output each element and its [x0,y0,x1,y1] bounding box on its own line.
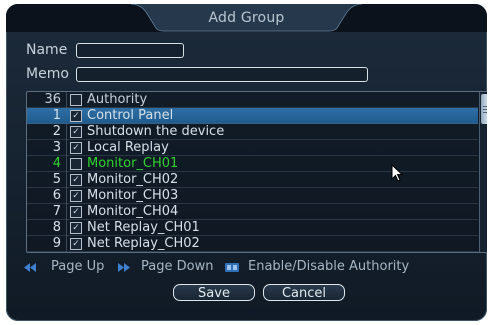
authority-checkbox[interactable] [70,158,82,170]
authority-name: Control Panel [87,108,174,123]
row-number: 7 [52,204,61,219]
thumb-grip-line [483,106,487,107]
row-number: 9 [52,236,61,251]
authority-checkbox[interactable]: ✓ [70,126,82,138]
thumb-grip-line [483,109,487,110]
page-up-icon [24,263,36,272]
authority-list: 36 Authority 1 ✓ Control Panel 2 ✓ Shutdown t… [26,91,487,253]
authority-checkbox[interactable]: ✓ [70,174,82,186]
page-down-icon [118,263,130,272]
authority-name: Local Replay [87,140,169,155]
authority-checkbox[interactable]: ✓ [70,110,82,122]
name-input[interactable] [76,43,184,58]
authority-name: Net Replay_CH02 [87,236,200,251]
memo-label: Memo [26,66,69,82]
authority-row[interactable]: 4 Monitor_CH01 [27,156,478,172]
select-all-checkbox[interactable] [70,94,82,106]
row-divider [27,251,478,252]
authority-row[interactable]: 9 ✓ Net Replay_CH02 [27,236,478,252]
scrollbar-thumb[interactable] [481,94,487,124]
authority-row[interactable]: 6 ✓ Monitor_CH03 [27,188,478,204]
authority-name: Shutdown the device [87,124,225,139]
authority-row[interactable]: 8 ✓ Net Replay_CH01 [27,220,478,236]
authority-row[interactable]: 3 ✓ Local Replay [27,140,478,156]
thumb-grip-line [483,112,487,113]
authority-checkbox[interactable]: ✓ [70,222,82,234]
page-up-hint: Page Up [51,259,105,274]
list-scrollbar[interactable] [479,92,487,252]
authority-name: Monitor_CH03 [87,188,179,203]
authority-count: 36 [44,92,61,107]
row-number: 1 [52,108,61,123]
authority-checkbox[interactable]: ✓ [70,206,82,218]
fn-key-icon [225,263,239,272]
memo-input[interactable] [76,67,368,82]
authority-name: Net Replay_CH01 [87,220,200,235]
authority-name: Monitor_CH02 [87,172,179,187]
authority-header-row[interactable]: 36 Authority [27,92,478,108]
add-group-dialog: Add Group Name Memo 36 Authority 1 ✓ Contr… [6,4,487,321]
authority-checkbox[interactable]: ✓ [70,190,82,202]
row-number: 2 [52,124,61,139]
name-label: Name [26,42,68,58]
mouse-pointer-icon [391,164,404,182]
row-number: 5 [52,172,61,187]
authority-row[interactable]: 7 ✓ Monitor_CH04 [27,204,478,220]
cancel-button[interactable]: Cancel [263,284,345,301]
authority-row[interactable]: 5 ✓ Monitor_CH02 [27,172,478,188]
authority-row[interactable]: 2 ✓ Shutdown the device [27,124,478,140]
authority-column-header: Authority [87,92,148,107]
page-down-hint: Page Down [141,259,214,274]
dialog-title: Add Group [208,10,285,26]
enable-disable-hint: Enable/Disable Authority [248,259,410,274]
row-number: 4 [52,156,61,171]
authority-checkbox[interactable]: ✓ [70,142,82,154]
row-number: 8 [52,220,61,235]
authority-name: Monitor_CH04 [87,204,179,219]
authority-checkbox[interactable]: ✓ [70,238,82,250]
row-number: 6 [52,188,61,203]
authority-row[interactable]: 1 ✓ Control Panel [27,108,478,124]
row-number: 3 [52,140,61,155]
save-button[interactable]: Save [173,284,255,301]
authority-name: Monitor_CH01 [87,156,179,171]
